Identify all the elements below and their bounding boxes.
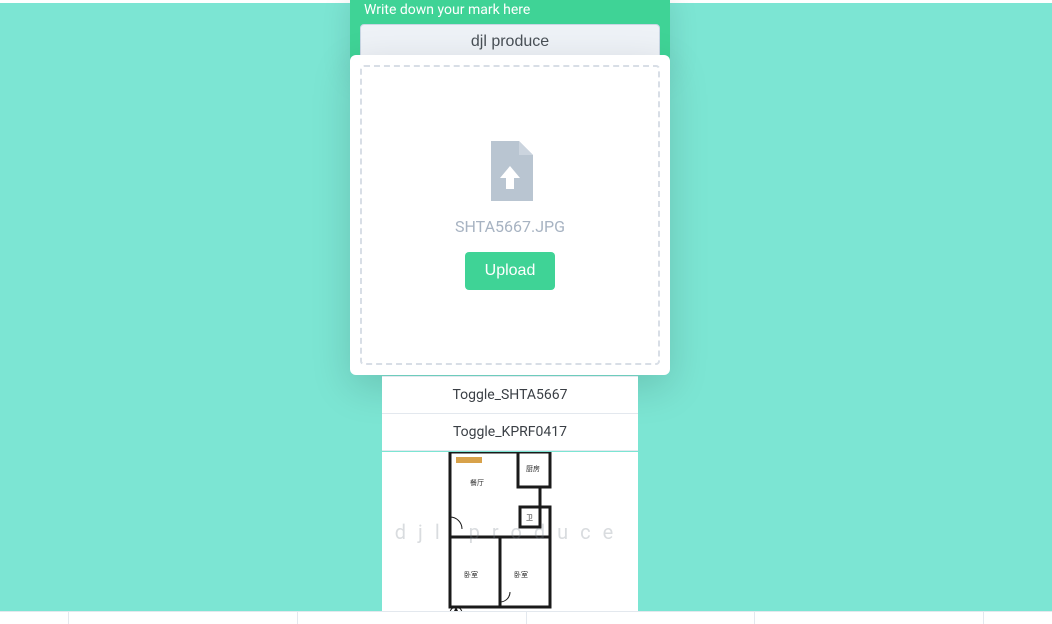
upload-dropzone[interactable]: SHTA5667.JPG Upload (360, 65, 660, 365)
footer-cell (69, 611, 298, 624)
upload-card: SHTA5667.JPG Upload (350, 55, 670, 375)
room-label-kitchen: 厨房 (526, 464, 540, 473)
upload-button[interactable]: Upload (465, 252, 556, 290)
footer-cell (755, 611, 984, 624)
floorplan-image: 餐厅 厨房 卫 卧室 卧室 (430, 452, 590, 611)
room-label-bedroom1: 卧室 (464, 570, 478, 579)
footer-cell (984, 611, 1052, 624)
footer-cell (298, 611, 527, 624)
footer-cell (0, 611, 69, 624)
room-label-dining: 餐厅 (470, 478, 484, 487)
floorplan-preview: 餐厅 厨房 卫 卧室 卧室 djl produce (382, 452, 638, 611)
room-label-bath: 卫 (526, 514, 533, 522)
footer-cell (527, 611, 756, 624)
toggle-row[interactable]: Toggle_SHTA5667 (382, 376, 638, 414)
room-label-bedroom2: 卧室 (514, 570, 528, 579)
upload-filename: SHTA5667.JPG (455, 217, 565, 236)
toggle-list: Toggle_SHTA5667 Toggle_KPRF0417 (382, 376, 638, 451)
footer-grid (0, 611, 1052, 624)
file-upload-icon (487, 141, 533, 201)
mark-prompt: Write down your mark here (360, 0, 660, 24)
toggle-row[interactable]: Toggle_KPRF0417 (382, 414, 638, 451)
